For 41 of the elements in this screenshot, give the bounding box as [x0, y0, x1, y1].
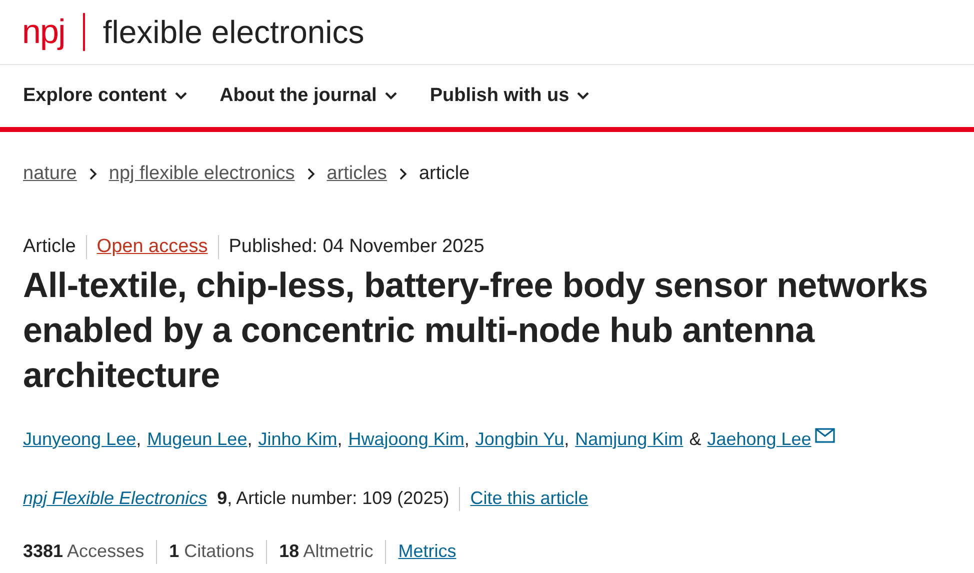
author-link[interactable]: Jaehong Lee: [707, 426, 812, 453]
author-separator: ,: [337, 428, 342, 451]
chevron-right-icon: [398, 168, 407, 180]
chevron-right-icon: [306, 168, 315, 180]
cite-link[interactable]: Cite this article: [470, 485, 588, 512]
author-link[interactable]: Hwajoong Kim: [348, 426, 464, 453]
journal-link[interactable]: npj Flexible Electronics: [23, 485, 208, 512]
author-separator: ,: [136, 428, 142, 451]
mail-icon[interactable]: [815, 428, 836, 443]
article-title: All-textile, chip-less, battery-free body sensor networks enabled by a concentric multi-node hub antenna architecture: [22, 265, 929, 397]
author-link[interactable]: Junyeong Lee: [23, 426, 136, 453]
author-link[interactable]: Namjung Kim: [575, 426, 684, 453]
journal-name[interactable]: flexible electronics: [102, 16, 364, 48]
author-separator: ,: [464, 428, 470, 451]
volume-number: 9: [217, 487, 228, 510]
article-number: , Article number: 109 (2025): [227, 487, 450, 510]
nav-menu-item[interactable]: About the journal: [220, 82, 397, 110]
chevron-down-icon: [577, 92, 590, 100]
author-separator: ,: [564, 428, 570, 451]
open-access-link[interactable]: Open access: [96, 232, 208, 261]
author-link[interactable]: Jongbin Yu: [475, 426, 564, 453]
metric-stat: 18 Altmetric: [279, 540, 374, 563]
breadcrumb-current: article: [418, 162, 470, 186]
breadcrumb-link[interactable]: npj flexible electronics: [108, 160, 295, 188]
author-link[interactable]: Jinho Kim: [258, 426, 338, 453]
metrics-link[interactable]: Metrics: [398, 538, 456, 565]
author-separator: ,: [247, 428, 252, 451]
breadcrumb-link[interactable]: nature: [23, 160, 77, 188]
metric-stat: 3381 Accesses: [23, 540, 144, 563]
metric-stat: 1 Citations: [169, 540, 254, 563]
chevron-right-icon: [88, 168, 97, 180]
nav-menu-item[interactable]: Explore content: [23, 82, 187, 110]
author-link[interactable]: Mugeun Lee: [147, 426, 248, 453]
breadcrumb-link[interactable]: articles: [326, 160, 387, 188]
chevron-down-icon: [174, 92, 187, 100]
chevron-down-icon: [384, 92, 397, 100]
logo-mark[interactable]: npj: [22, 15, 65, 49]
author-separator: &: [689, 428, 702, 451]
article-type: Article: [23, 234, 76, 258]
published-date: Published: 04 November 2025: [228, 234, 484, 258]
nav-menu-item[interactable]: Publish with us: [430, 82, 590, 110]
